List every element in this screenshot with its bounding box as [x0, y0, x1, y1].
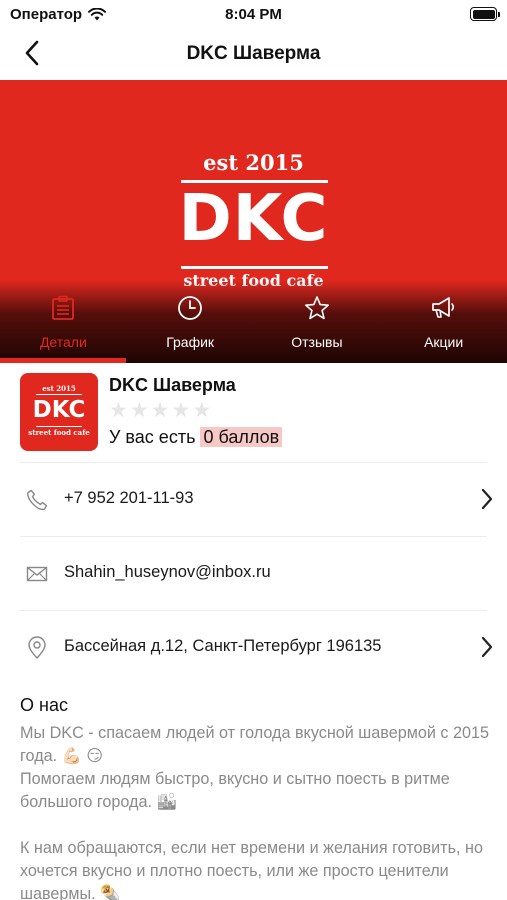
- email-address: Shahin_huseynov@inbox.ru: [64, 563, 271, 581]
- page-title: DKC Шаверма: [186, 43, 321, 64]
- navigation-bar: DKC Шаверма: [0, 30, 507, 78]
- status-time: 8:04 PM: [225, 6, 282, 23]
- company-logo-est: est 2015: [42, 384, 76, 393]
- tab-details[interactable]: Детали: [0, 290, 127, 363]
- banner-logo-main: DKC: [178, 182, 329, 256]
- about-title: О нас: [20, 695, 68, 715]
- company-summary: est 2015 DKC street food cafe DKC Шаверм…: [0, 363, 507, 463]
- tab-details-label: Детали: [39, 334, 87, 350]
- tab-promotions[interactable]: Акции: [380, 290, 507, 363]
- about-paragraph: Помогаем людям быстро, вкусно и сытно по…: [20, 770, 450, 811]
- banner-logo-est: est 2015: [203, 150, 304, 175]
- hero-banner: est 2015 DKC street food cafe Детали: [0, 80, 507, 363]
- battery-icon: [470, 7, 500, 21]
- rating-star-icon: ★: [192, 399, 212, 422]
- tab-schedule[interactable]: График: [127, 290, 254, 363]
- phone-number: +7 952 201-11-93: [64, 489, 194, 507]
- chevron-right-icon: [481, 488, 493, 510]
- rating-star-icon: ★: [150, 399, 170, 422]
- tab-promotions-label: Акции: [424, 334, 464, 350]
- phone-icon: [24, 487, 50, 513]
- clock-icon: [177, 294, 203, 322]
- rating-stars: ★ ★ ★ ★ ★: [109, 399, 211, 423]
- company-logo-divider-bottom: [36, 426, 82, 427]
- points-value: 0 баллов: [200, 427, 283, 447]
- megaphone-icon: [430, 294, 458, 322]
- rating-star-icon: ★: [109, 399, 128, 422]
- tab-bar: Детали График Отзывы Акции: [0, 290, 507, 363]
- address-text: Бассейная д.12, Санкт-Петербург 196135: [64, 637, 382, 655]
- address-row[interactable]: Бассейная д.12, Санкт-Петербург 196135: [0, 611, 507, 684]
- star-icon: [304, 294, 330, 322]
- loyalty-points: У вас есть 0 баллов: [109, 427, 283, 448]
- rating-star-icon: ★: [171, 399, 191, 422]
- tab-schedule-label: График: [166, 334, 215, 350]
- company-logo: est 2015 DKC street food cafe: [20, 373, 98, 451]
- about-paragraph: К нам обращаются, если нет времени и жел…: [20, 839, 483, 900]
- chevron-right-icon: [481, 636, 493, 658]
- clipboard-icon: [51, 294, 75, 322]
- location-pin-icon: [24, 635, 50, 661]
- about-description: Мы DKC - спасаем людей от голода вкусной…: [20, 722, 490, 900]
- points-prefix: У вас есть: [109, 427, 196, 447]
- company-logo-sub: street food cafe: [28, 428, 90, 437]
- company-logo-main: DKC: [32, 397, 86, 423]
- phone-row[interactable]: +7 952 201-11-93: [0, 463, 507, 536]
- status-bar: Оператор 8:04 PM: [0, 0, 507, 30]
- tab-reviews-label: Отзывы: [291, 334, 343, 350]
- email-row[interactable]: Shahin_huseynov@inbox.ru: [0, 537, 507, 610]
- about-paragraph: Мы DKC - спасаем людей от голода вкусной…: [20, 724, 489, 765]
- tab-reviews[interactable]: Отзывы: [254, 290, 381, 363]
- company-logo-divider-top: [36, 394, 82, 395]
- rating-star-icon: ★: [129, 399, 149, 422]
- banner-logo-divider-bottom: [181, 266, 328, 269]
- company-name: DKC Шаверма: [109, 375, 236, 395]
- mail-icon: [24, 561, 50, 587]
